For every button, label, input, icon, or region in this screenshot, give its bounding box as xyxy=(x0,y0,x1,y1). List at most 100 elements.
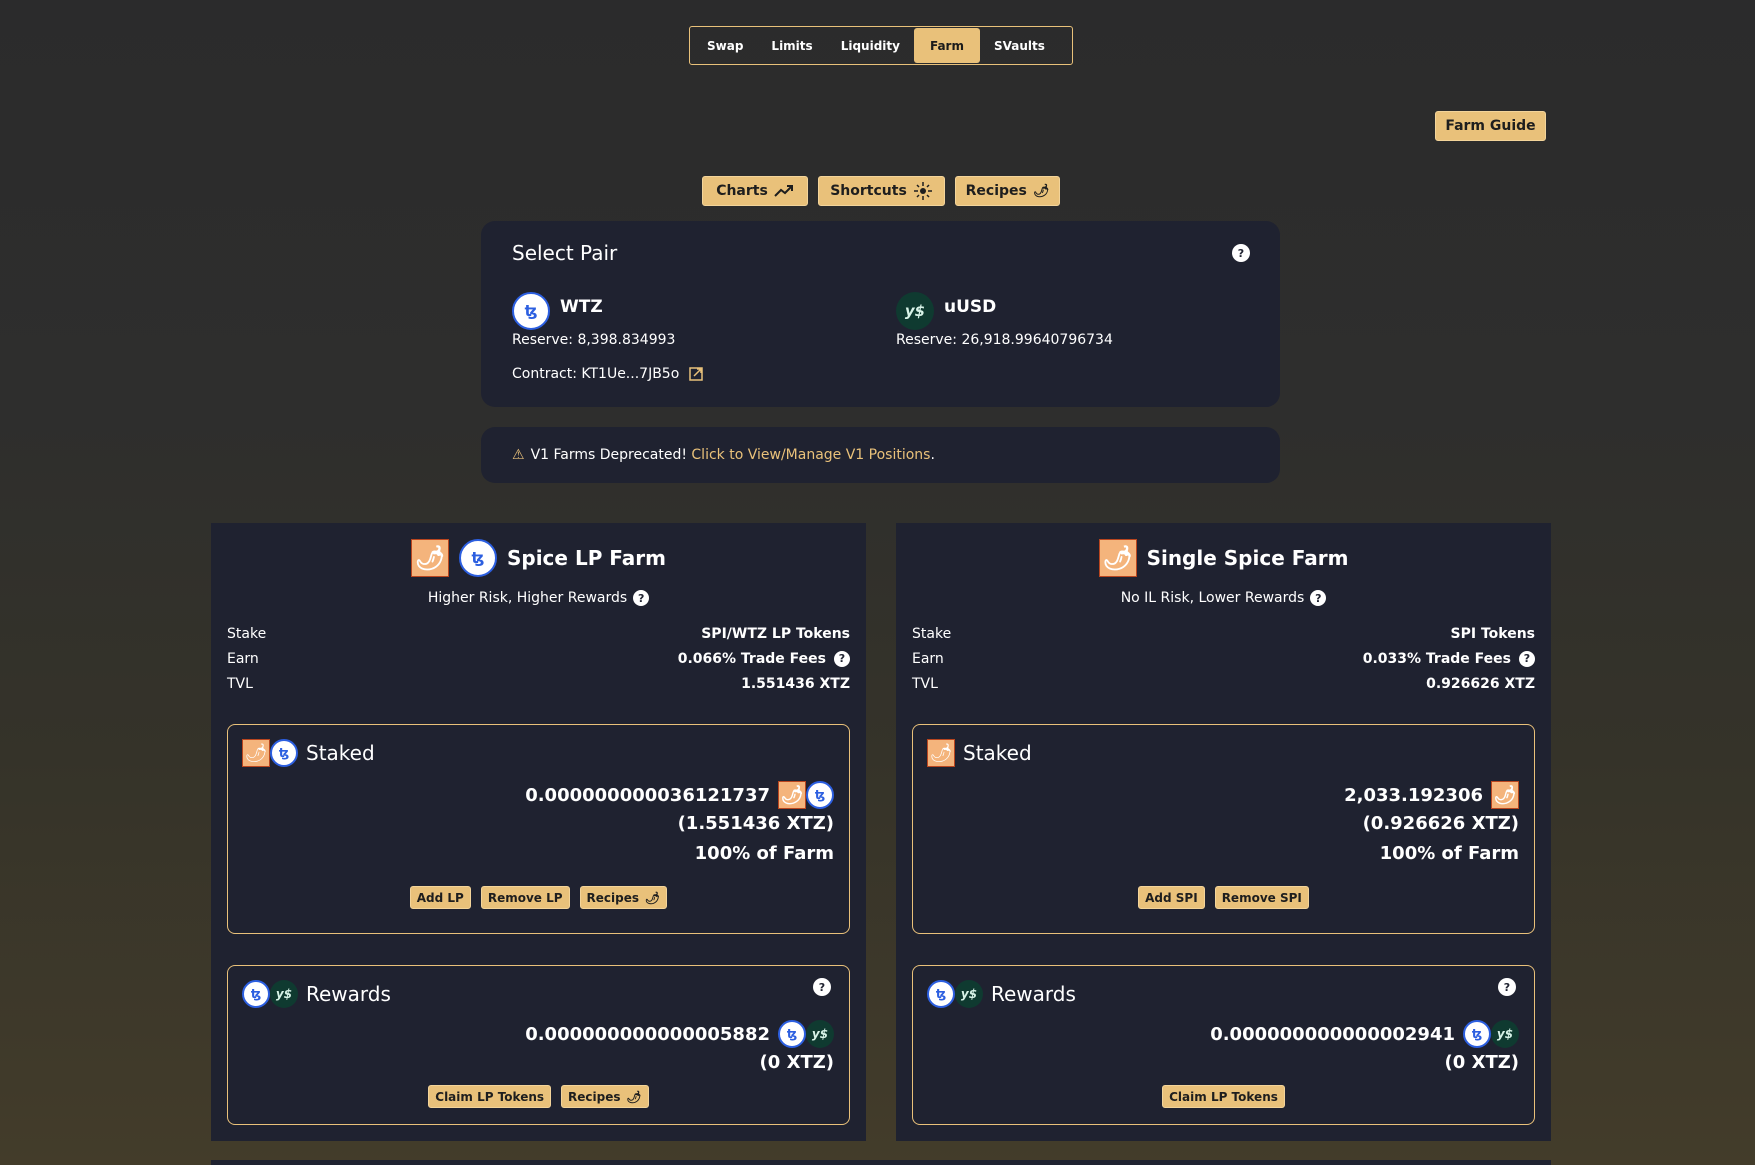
tab-swap[interactable]: Swap xyxy=(693,28,757,63)
help-icon[interactable]: ? xyxy=(1232,244,1250,262)
single-spice-farm-panel: 🌶 Single Spice Farm No IL Risk, Lower Re… xyxy=(896,523,1551,1141)
claim-lp-tokens-button[interactable]: Claim LP Tokens xyxy=(1162,1085,1285,1108)
contract-address: Contract: KT1Ue...7JB5o xyxy=(512,366,680,382)
select-pair-card: Select Pair ? ꜩ WTZ Reserve: 8,398.83499… xyxy=(481,221,1280,407)
tvl-value: 0.926626 XTZ xyxy=(1426,675,1535,692)
tab-limits[interactable]: Limits xyxy=(757,28,826,63)
help-icon[interactable]: ? xyxy=(1519,650,1535,667)
staked-box: 🌶 Staked 2,033.192306 🌶 (0.926626 XTZ) 10… xyxy=(912,724,1535,934)
staked-amount: 0.000000000036121737 xyxy=(525,784,770,806)
trending-up-icon xyxy=(774,185,793,197)
stake-label: Stake xyxy=(912,625,952,642)
sparkle-icon xyxy=(913,182,932,200)
next-panel-edge xyxy=(211,1160,1551,1165)
staked-share: 100% of Farm xyxy=(1379,843,1519,864)
help-icon[interactable]: ? xyxy=(1498,978,1516,996)
uusd-token-icon: y$ xyxy=(955,980,983,1008)
wtz-token-icon: ꜩ xyxy=(1463,1020,1491,1048)
staked-amount: 2,033.192306 xyxy=(1344,784,1483,806)
uusd-token-icon: y$ xyxy=(896,292,934,330)
wtz-token-icon: ꜩ xyxy=(242,980,270,1008)
farm-guide-button[interactable]: Farm Guide xyxy=(1435,111,1546,141)
rewards-box: ꜩ y$ Rewards ? 0.000000000000005882 ꜩ y$ (0… xyxy=(227,965,850,1125)
wtz-token-icon: ꜩ xyxy=(778,1020,806,1048)
claim-lp-tokens-button[interactable]: Claim LP Tokens xyxy=(428,1085,552,1108)
help-icon[interactable]: ? xyxy=(633,590,650,606)
spice-token-icon: 🌶 xyxy=(927,739,955,767)
token-a-symbol: WTZ xyxy=(560,297,603,317)
earn-value: 0.033% Trade Fees xyxy=(1362,650,1511,667)
help-icon[interactable]: ? xyxy=(1310,590,1327,606)
warning-end: . xyxy=(930,447,935,463)
stake-value: SPI Tokens xyxy=(1450,625,1535,642)
wtz-token-icon: ꜩ xyxy=(270,739,298,767)
tvl-value: 1.551436 XTZ xyxy=(741,675,850,692)
token-b-reserve: Reserve: 26,918.99640796734 xyxy=(896,332,1113,348)
deprecation-warning: ⚠ V1 Farms Deprecated! Click to View/Man… xyxy=(481,427,1280,483)
farm-subtitle: No IL Risk, Lower Rewards xyxy=(1120,590,1305,606)
spice-token-icon: 🌶 xyxy=(778,781,806,809)
rewards-xtz: (0 XTZ) xyxy=(1444,1052,1519,1073)
token-a-reserve: Reserve: 8,398.834993 xyxy=(512,332,676,348)
select-pair-title: Select Pair xyxy=(512,241,618,265)
wtz-token-icon: ꜩ xyxy=(927,980,955,1008)
rewards-title: Rewards xyxy=(306,982,391,1006)
uusd-token-icon: y$ xyxy=(1491,1020,1519,1048)
warning-text: V1 Farms Deprecated! xyxy=(530,447,692,463)
chili-icon: 🌶 xyxy=(645,890,661,905)
rewards-xtz: (0 XTZ) xyxy=(759,1052,834,1073)
staked-share: 100% of Farm xyxy=(694,843,834,864)
shortcuts-button[interactable]: Shortcuts xyxy=(818,176,945,206)
tvl-label: TVL xyxy=(227,675,253,692)
remove-spi-button[interactable]: Remove SPI xyxy=(1214,886,1309,909)
farm-title: Spice LP Farm xyxy=(506,546,666,570)
tab-farm[interactable]: Farm xyxy=(913,28,980,63)
spice-lp-farm-panel: 🌶 ꜩ Spice LP Farm Higher Risk, Higher Re… xyxy=(211,523,866,1141)
staked-xtz: (1.551436 XTZ) xyxy=(677,813,834,834)
staked-box: 🌶 ꜩ Staked 0.000000000036121737 🌶 ꜩ (1.5514… xyxy=(227,724,850,934)
farm-subtitle: Higher Risk, Higher Rewards xyxy=(427,590,628,606)
external-link-icon[interactable] xyxy=(689,367,704,381)
shortcuts-label: Shortcuts xyxy=(830,183,907,199)
uusd-token-icon: y$ xyxy=(806,1020,834,1048)
chili-icon: 🌶 xyxy=(1032,183,1050,199)
rewards-amount: 0.000000000000002941 xyxy=(1210,1023,1455,1045)
recipes-label: Recipes xyxy=(965,183,1027,199)
wtz-token-icon: ꜩ xyxy=(512,292,550,330)
chili-icon: 🌶 xyxy=(626,1089,642,1104)
spice-token-icon: 🌶 xyxy=(1098,539,1137,577)
uusd-token-icon: y$ xyxy=(270,980,298,1008)
help-icon[interactable]: ? xyxy=(834,650,850,667)
spice-token-icon: 🌶 xyxy=(410,539,449,577)
help-icon[interactable]: ? xyxy=(813,978,831,996)
spice-token-icon: 🌶 xyxy=(242,739,270,767)
staked-title: Staked xyxy=(963,741,1032,765)
rewards-title: Rewards xyxy=(991,982,1076,1006)
wtz-token-icon: ꜩ xyxy=(458,539,497,577)
charts-label: Charts xyxy=(716,183,768,199)
remove-lp-button[interactable]: Remove LP xyxy=(480,886,570,909)
v1-positions-link[interactable]: Click to View/Manage V1 Positions xyxy=(691,447,930,463)
earn-value: 0.066% Trade Fees xyxy=(677,650,826,667)
main-nav: Swap Limits Liquidity Farm SVaults xyxy=(689,26,1073,65)
stake-label: Stake xyxy=(227,625,267,642)
add-spi-button[interactable]: Add SPI xyxy=(1138,886,1205,909)
spice-token-icon: 🌶 xyxy=(1491,781,1519,809)
stake-value: SPI/WTZ LP Tokens xyxy=(701,625,850,642)
tab-liquidity[interactable]: Liquidity xyxy=(827,28,914,63)
farm-title: Single Spice Farm xyxy=(1146,546,1349,570)
token-b-symbol: uUSD xyxy=(944,297,997,317)
tvl-label: TVL xyxy=(912,675,938,692)
add-lp-button[interactable]: Add LP xyxy=(409,886,471,909)
charts-button[interactable]: Charts xyxy=(702,176,808,206)
recipes-label: Recipes xyxy=(586,890,640,905)
recipes-label: Recipes xyxy=(568,1089,621,1104)
recipes-button[interactable]: Recipes 🌶 xyxy=(579,886,668,909)
staked-xtz: (0.926626 XTZ) xyxy=(1362,813,1519,834)
earn-label: Earn xyxy=(227,650,259,667)
wtz-token-icon: ꜩ xyxy=(806,781,834,809)
rewards-amount: 0.000000000000005882 xyxy=(525,1023,770,1045)
tab-svaults[interactable]: SVaults xyxy=(980,28,1059,63)
recipes-button[interactable]: Recipes 🌶 xyxy=(955,176,1060,206)
recipes-button[interactable]: Recipes 🌶 xyxy=(561,1085,649,1108)
